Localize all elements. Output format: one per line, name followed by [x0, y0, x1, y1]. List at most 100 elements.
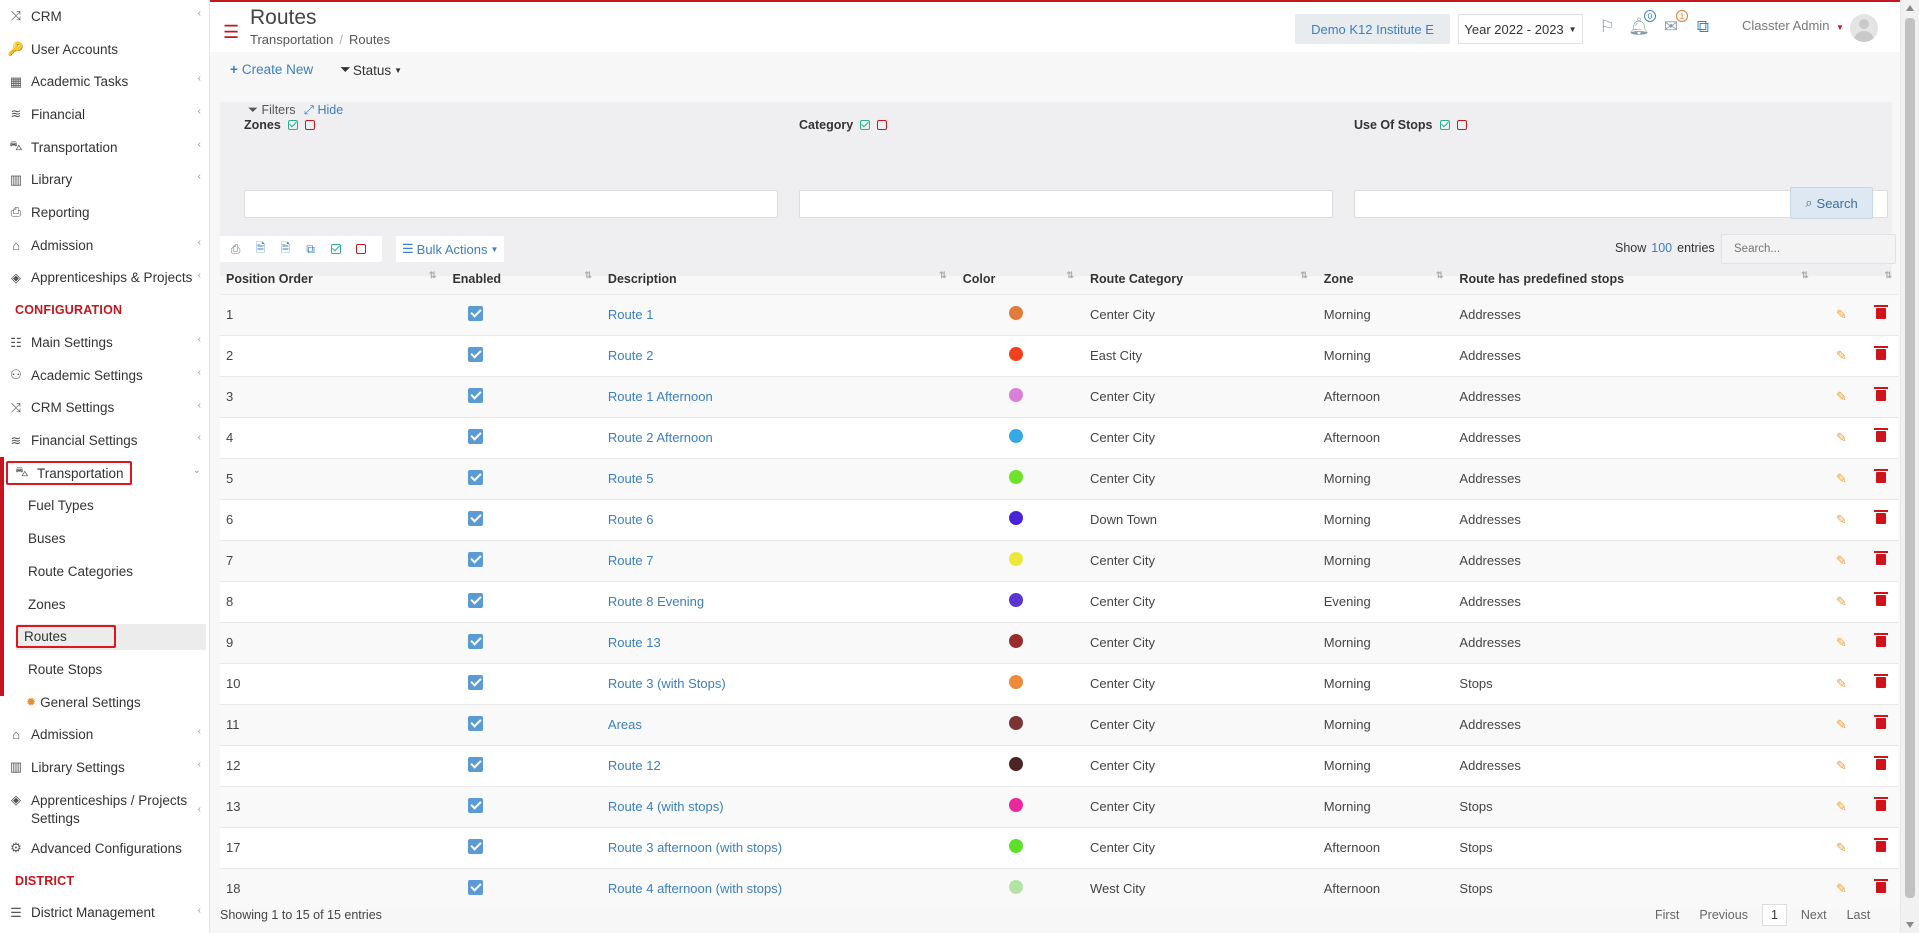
pdf-icon[interactable]: 🗎︎ — [276, 240, 295, 259]
route-link[interactable]: Route 1 Afternoon — [608, 389, 713, 404]
route-link[interactable]: Route 3 (with Stops) — [608, 676, 726, 691]
route-link[interactable]: Route 6 — [608, 512, 654, 527]
route-link[interactable]: Route 4 (with stops) — [608, 799, 724, 814]
pager-next[interactable]: Next — [1801, 908, 1827, 922]
route-link[interactable]: Route 8 Evening — [608, 594, 704, 609]
table-row[interactable]: 4 Route 2 Afternoon Center City Afternoon Ad… — [220, 416, 1898, 458]
enabled-checkbox[interactable] — [468, 387, 484, 403]
table-row[interactable]: 3 Route 1 Afternoon Center City Afternoon Ad… — [220, 375, 1898, 417]
col-predefined-stops[interactable]: Route has predefined stops ⇅ — [1453, 264, 1818, 294]
table-row[interactable]: 2 Route 2 East City Morning Addresses ✎ — [220, 334, 1898, 376]
enabled-checkbox[interactable] — [468, 510, 484, 526]
enabled-checkbox[interactable] — [468, 469, 484, 485]
sidebar-item-route-stops[interactable]: Route Stops — [0, 653, 209, 686]
trash-icon[interactable] — [1874, 387, 1889, 401]
deselect-all-icon[interactable] — [1456, 120, 1467, 130]
sidebar-item-reporting[interactable]: ⎙ Reporting — [0, 196, 209, 229]
excel-icon[interactable]: 🗎︎ — [251, 240, 270, 259]
sidebar-item-transportation-settings[interactable]: ⛍ Transportation ⌄ — [0, 457, 209, 490]
select-all-icon[interactable] — [326, 240, 345, 259]
sidebar-item-academic-tasks[interactable]: ▦ Academic Tasks ‹ — [0, 65, 209, 98]
sidebar-item-crm-settings[interactable]: ⤨ CRM Settings ‹ — [0, 392, 209, 425]
breadcrumb-item-transportation[interactable]: Transportation — [250, 32, 333, 47]
pager-first[interactable]: First — [1655, 908, 1679, 922]
route-link[interactable]: Route 13 — [608, 635, 661, 650]
trash-icon[interactable] — [1874, 715, 1889, 729]
route-link[interactable]: Route 7 — [608, 553, 654, 568]
pencil-icon[interactable]: ✎ — [1836, 799, 1847, 814]
table-row[interactable]: 8 Route 8 Evening Center City Evening Addres… — [220, 580, 1898, 622]
trash-icon[interactable] — [1874, 469, 1889, 483]
page-scrollbar[interactable] — [1900, 0, 1919, 933]
institute-selector[interactable]: Demo K12 Institute E — [1295, 14, 1450, 44]
notifications-icon[interactable]: 🔔︎ 0 — [1628, 10, 1656, 38]
enabled-checkbox[interactable] — [468, 797, 484, 813]
entries-count-select[interactable]: 100 — [1651, 241, 1672, 255]
route-link[interactable]: Route 4 afternoon (with stops) — [608, 881, 782, 896]
enabled-checkbox[interactable] — [468, 756, 484, 772]
sidebar-item-crm[interactable]: ⤨ CRM ‹ — [0, 0, 209, 33]
route-link[interactable]: Route 12 — [608, 758, 661, 773]
scroll-up-icon[interactable] — [1906, 5, 1914, 11]
pencil-icon[interactable]: ✎ — [1836, 840, 1847, 855]
pencil-icon[interactable]: ✎ — [1836, 512, 1847, 527]
sidebar-item-district-management[interactable]: ☰ District Management ‹ — [0, 897, 209, 930]
enabled-checkbox[interactable] — [468, 715, 484, 731]
pencil-icon[interactable]: ✎ — [1836, 553, 1847, 568]
scrollbar-thumb[interactable] — [1905, 18, 1915, 898]
pager-last[interactable]: Last — [1847, 908, 1871, 922]
pencil-icon[interactable]: ✎ — [1836, 307, 1847, 322]
sidebar-item-library[interactable]: ▥ Library ‹ — [0, 163, 209, 196]
category-filter-input[interactable] — [799, 190, 1333, 218]
year-selector[interactable]: Year 2022 - 2023 ▼ — [1458, 14, 1583, 44]
col-enabled[interactable]: Enabled ⇅ — [446, 264, 601, 294]
pencil-icon[interactable]: ✎ — [1836, 348, 1847, 363]
print-icon[interactable]: ⎙ — [226, 240, 245, 259]
col-position-order[interactable]: Position Order ⇅ — [220, 264, 446, 294]
trash-icon[interactable] — [1874, 592, 1889, 606]
zones-filter-input[interactable] — [244, 190, 778, 218]
trash-icon[interactable] — [1874, 838, 1889, 852]
sidebar-item-apprenticeships-projects[interactable]: ◈ Apprenticeships & Projects ‹ — [0, 262, 209, 295]
bulk-actions-dropdown[interactable]: ☰ Bulk Actions ▼ — [396, 236, 505, 262]
search-button[interactable]: ⌕ Search — [1790, 187, 1873, 219]
hide-filters-link[interactable]: ⤢ Hide — [304, 103, 343, 118]
pager-current[interactable]: 1 — [1761, 904, 1787, 926]
select-all-icon[interactable] — [1439, 120, 1450, 130]
user-menu[interactable]: Classter Admin ▼ — [1742, 18, 1844, 33]
status-dropdown[interactable]: ⏷ Status ▼ — [340, 62, 402, 78]
enabled-checkbox[interactable] — [468, 674, 484, 690]
sidebar-item-routes[interactable]: Routes — [0, 620, 209, 653]
table-row[interactable]: 5 Route 5 Center City Morning Addresses ✎ — [220, 457, 1898, 499]
sidebar-item-admission[interactable]: ⌂ Admission ‹ — [0, 229, 209, 262]
table-row[interactable]: 17 Route 3 afternoon (with stops) Center C… — [220, 826, 1898, 868]
sidebar-item-general-settings[interactable]: ✹ General Settings — [0, 686, 209, 719]
copy-icon[interactable]: ⧉ — [301, 240, 320, 259]
avatar[interactable] — [1850, 14, 1878, 42]
sidebar-item-transportation[interactable]: ⛍ Transportation ‹ — [0, 131, 209, 164]
pencil-icon[interactable]: ✎ — [1836, 881, 1847, 896]
pencil-icon[interactable]: ✎ — [1836, 758, 1847, 773]
table-row[interactable]: 13 Route 4 (with stops) Center City Morning… — [220, 785, 1898, 827]
pencil-icon[interactable]: ✎ — [1836, 676, 1847, 691]
col-route-category[interactable]: Route Category ⇅ — [1084, 264, 1318, 294]
table-row[interactable]: 11 Areas Center City Morning Addresses ✎ — [220, 703, 1898, 745]
sidebar-item-academic-settings[interactable]: ⚇ Academic Settings ‹ — [0, 359, 209, 392]
table-row[interactable]: 1 Route 1 Center City Morning Addresses ✎ — [220, 293, 1898, 335]
col-description[interactable]: Description ⇅ — [602, 264, 957, 294]
table-row[interactable]: 12 Route 12 Center City Morning Addresses ✎ — [220, 744, 1898, 786]
col-zone[interactable]: Zone ⇅ — [1318, 264, 1454, 294]
trash-icon[interactable] — [1874, 756, 1889, 770]
table-row[interactable]: 9 Route 13 Center City Morning Addresses ✎ — [220, 621, 1898, 663]
sidebar-item-user-accounts[interactable]: 🔑 User Accounts — [0, 33, 209, 66]
pencil-icon[interactable]: ✎ — [1836, 471, 1847, 486]
enabled-checkbox[interactable] — [468, 838, 484, 854]
menu-toggle-icon[interactable]: ☰ — [223, 22, 239, 43]
sidebar-item-fuel-types[interactable]: Fuel Types — [0, 490, 209, 523]
table-row[interactable]: 7 Route 7 Center City Morning Addresses ✎ — [220, 539, 1898, 581]
select-all-icon[interactable] — [287, 120, 298, 130]
layers-icon[interactable]: ⧉ — [1692, 16, 1714, 38]
pencil-icon[interactable]: ✎ — [1836, 389, 1847, 404]
sidebar-item-buses[interactable]: Buses — [0, 522, 209, 555]
deselect-all-icon[interactable] — [351, 240, 370, 259]
